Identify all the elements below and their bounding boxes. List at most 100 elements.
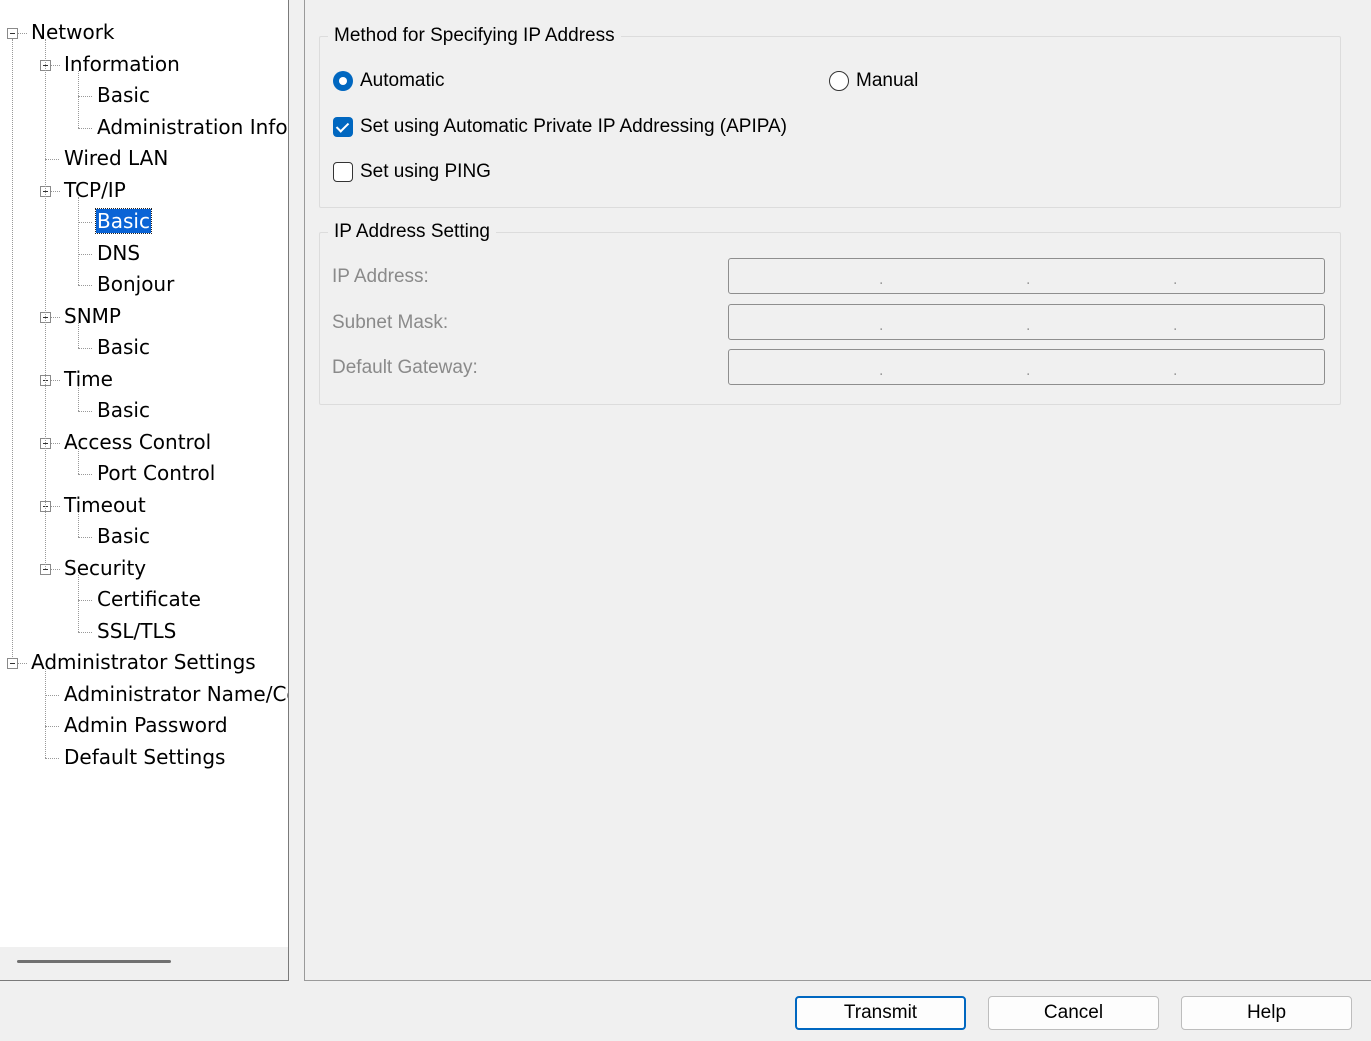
tree-connector [51,190,60,192]
tree-connector [78,222,92,223]
tree-guide-line [12,39,13,657]
tree-connector [78,474,92,475]
tree-item[interactable]: SSL/TLS [96,616,177,646]
tree-connector [51,568,60,570]
tree-connector [18,663,27,664]
tree-item-label: Basic [97,398,150,422]
tree-expander-icon[interactable] [7,658,18,669]
tree-item[interactable]: Access Control [63,427,212,457]
tree-item-label: SSL/TLS [97,618,177,643]
tree-item[interactable]: Administrator Name/Co [63,679,288,709]
tree-item[interactable]: TCP/IP [63,175,127,205]
tree-guide-line [45,669,46,758]
tree-item-label: Information [64,51,180,76]
tree-item[interactable]: Basic [96,395,151,425]
tree-item[interactable]: Security [63,553,147,583]
tree-item-label: Basic [97,335,150,359]
tree-guide-line [78,448,79,474]
apipa-label[interactable]: Set using Automatic Private IP Addressin… [360,115,787,139]
help-button[interactable]: Help [1181,996,1352,1030]
tree-connector [51,379,60,381]
tree-item-label: Port Control [97,461,216,485]
ping-checkbox[interactable] [333,162,353,182]
tree-item-label: Bonjour [97,272,175,296]
tree-item[interactable]: Bonjour [96,269,175,299]
tree-connector [51,316,60,318]
tree-item[interactable]: SNMP [63,301,122,331]
octet-separator: . [879,362,884,379]
tree-item-label: Basic [97,83,150,107]
octet-separator: . [1173,362,1178,379]
tree-item[interactable]: Network [30,17,116,47]
tree-item-label: DNS [97,240,141,265]
octet-separator: . [879,317,884,334]
tree-connector [78,631,92,633]
tree-connector [51,505,60,507]
tree-item[interactable]: Default Settings [63,742,226,772]
tree-item[interactable]: Basic [96,332,151,362]
tree-item-label: Basic [95,208,152,234]
tree-item[interactable]: Basic [95,206,152,236]
subnet-mask-field[interactable]: . . . [728,304,1325,340]
tree-item-label: Time [64,366,113,391]
tree-guide-line [78,511,79,537]
manual-radio[interactable] [829,71,849,91]
ip-group-title: IP Address Setting [328,220,496,244]
method-group-title: Method for Specifying IP Address [328,24,621,48]
automatic-label[interactable]: Automatic [360,69,444,93]
tree-item[interactable]: Time [63,364,114,394]
settings-tree[interactable]: Network Information Basic Administration In… [0,0,289,981]
automatic-radio[interactable] [333,71,353,91]
ip-address-field[interactable]: . . . [728,258,1325,294]
subnet-mask-label: Subnet Mask: [332,312,449,333]
tree-item-label: SNMP [64,303,121,328]
tree-connector [45,159,59,160]
apipa-checkbox[interactable] [333,117,353,137]
octet-separator: . [879,271,884,288]
tree-item[interactable]: Administration Infori [96,112,288,142]
default-gateway-label: Default Gateway: [332,357,478,378]
tree-item[interactable]: Certificate [96,584,202,614]
tree-horizontal-scrollbar[interactable] [0,947,288,980]
tree-item[interactable]: Port Control [96,458,216,488]
tree-guide-line [78,70,79,128]
tree-connector [78,253,92,255]
octet-separator: . [1026,317,1031,334]
content-panel: Method for Specifying IP Address IP Addr… [304,0,1371,981]
tree-guide-line [45,39,46,569]
tree-connector [51,442,60,444]
tree-expander-icon[interactable] [7,28,18,39]
tree-connector [45,726,59,727]
scrollbar-thumb[interactable] [17,960,171,963]
tree-item-label: TCP/IP [64,177,126,202]
tree-item[interactable]: Timeout [63,490,147,520]
octet-separator: . [1173,317,1178,334]
manual-label[interactable]: Manual [856,69,918,93]
octet-separator: . [1026,362,1031,379]
tree-connector [78,285,92,286]
transmit-button[interactable]: Transmit [795,996,966,1030]
tree-item-label: Basic [97,524,150,548]
tree-item[interactable]: Administrator Settings [30,647,257,677]
tree-guide-line [78,574,79,632]
tree-connector [78,600,92,601]
tree-connector [78,127,92,129]
ping-label[interactable]: Set using PING [360,160,491,184]
cancel-button[interactable]: Cancel [988,996,1159,1030]
tree-item[interactable]: Admin Password [63,710,229,740]
tree-item-label: Default Settings [64,744,226,769]
tree-connector [18,33,27,34]
tree-item[interactable]: Basic [96,80,151,110]
tree-item-label: Administrator Settings [31,650,256,674]
tree-item[interactable]: Information [63,49,181,79]
tree-item[interactable]: Wired LAN [63,143,169,173]
tree-item-label: Timeout [64,492,146,517]
tree-item-label: Certificate [97,587,201,611]
default-gateway-field[interactable]: . . . [728,349,1325,385]
tree-item[interactable]: Basic [96,521,151,551]
tree-connector [45,694,59,696]
tree-connector [45,757,59,759]
tree-item[interactable]: DNS [96,238,141,268]
tree-guide-line [78,196,79,285]
octet-separator: . [1173,271,1178,288]
